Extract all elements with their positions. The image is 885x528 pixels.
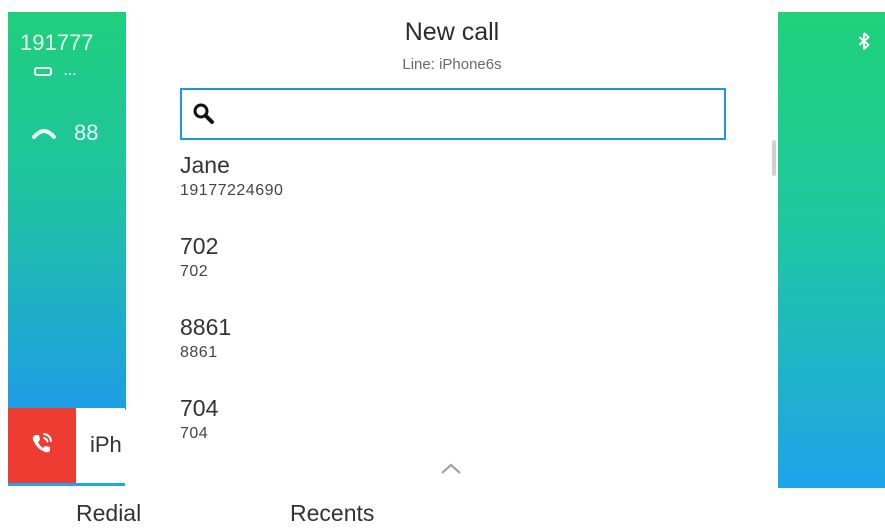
- contact-number: 704: [180, 425, 209, 442]
- recents-softkey[interactable]: Recents: [290, 500, 374, 527]
- contact-number: 702: [180, 263, 209, 280]
- line-status-icon: [34, 66, 52, 76]
- line-tab[interactable]: iPh: [8, 408, 125, 486]
- new-call-dialog: New call Line: iPhone6s Jane 19177224690…: [126, 0, 778, 490]
- line-status-text: ...: [64, 64, 78, 78]
- search-input[interactable]: [216, 93, 724, 135]
- contact-name: 704: [180, 395, 219, 421]
- line-status-row: ...: [34, 64, 77, 78]
- contact-results-list: Jane 19177224690 702 702 8861 8861 704 7…: [180, 150, 740, 474]
- contact-number: 8861: [180, 344, 218, 361]
- right-status-panel: [778, 12, 885, 488]
- line-number: 191777: [20, 30, 94, 55]
- left-line-panel[interactable]: 191777 ... 88: [8, 12, 126, 410]
- scrollbar[interactable]: [772, 140, 776, 176]
- call-status-badge[interactable]: [8, 408, 76, 483]
- search-box[interactable]: [180, 88, 726, 140]
- handset-icon: [32, 127, 56, 139]
- contact-number: 19177224690: [180, 182, 284, 199]
- dialog-title: New call: [404, 18, 500, 46]
- bluetooth-icon: [858, 32, 870, 55]
- list-item[interactable]: 702 702: [180, 231, 740, 312]
- active-call-row[interactable]: 88: [32, 120, 98, 146]
- dialog-subtitle: Line: iPhone6s: [402, 56, 502, 73]
- search-icon: [192, 102, 216, 126]
- chevron-up-icon[interactable]: [440, 462, 462, 480]
- phone-ring-icon: [28, 429, 56, 462]
- line-tab-label: iPh: [90, 432, 122, 457]
- contact-name: Jane: [180, 152, 230, 178]
- redial-softkey[interactable]: Redial: [76, 500, 141, 527]
- contact-name: 8861: [180, 314, 232, 340]
- active-call-number: 88: [74, 120, 99, 145]
- list-item[interactable]: 8861 8861: [180, 312, 740, 393]
- list-item[interactable]: Jane 19177224690: [180, 150, 740, 231]
- contact-name: 702: [180, 233, 219, 259]
